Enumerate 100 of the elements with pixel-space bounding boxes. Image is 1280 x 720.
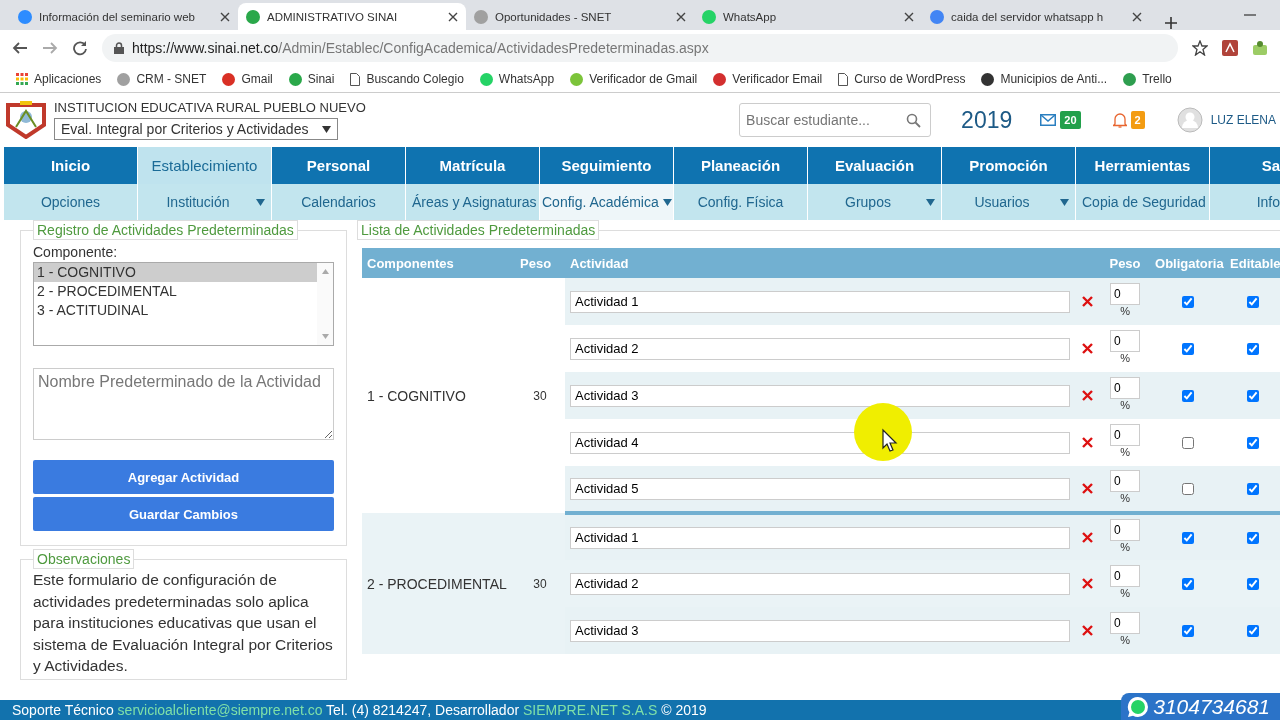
scroll-up-icon[interactable] [321, 269, 329, 274]
checkbox[interactable] [1181, 295, 1194, 308]
browser-tab[interactable]: caida del servidor whatsapp h [922, 3, 1150, 30]
delete-icon[interactable] [1082, 532, 1093, 543]
component-list[interactable]: 1 - COGNITIVO 2 - PROCEDIMENTAL 3 - ACTITUDINAL [33, 262, 334, 346]
browser-tab[interactable]: Oportunidades - SNET [466, 3, 694, 30]
whatsapp-badge[interactable]: 3104734681 [1121, 693, 1280, 720]
subnav-link[interactable]: Opciones [4, 184, 138, 220]
nav-tab[interactable]: Establecimiento [138, 147, 272, 184]
checkbox[interactable] [1181, 482, 1194, 495]
bookmark[interactable]: WhatsApp [479, 72, 555, 86]
save-changes-button[interactable]: Guardar Cambios [33, 497, 334, 531]
subnav-link[interactable]: Grupos [808, 184, 942, 220]
weight-field[interactable]: 0 [1110, 282, 1140, 305]
checkbox[interactable] [1246, 577, 1259, 590]
close-icon[interactable] [1132, 11, 1142, 22]
checkbox[interactable] [1181, 577, 1194, 590]
reload-icon[interactable] [72, 40, 88, 56]
checkbox[interactable] [1181, 624, 1194, 637]
checkbox[interactable] [1246, 342, 1259, 355]
bookmark[interactable]: Gmail [222, 72, 273, 86]
activity-name-field[interactable]: Nombre Predeterminado de la Actividad [33, 368, 334, 440]
weight-field[interactable]: 0 [1110, 518, 1140, 541]
subnav-link[interactable]: Config. Académica [540, 184, 674, 220]
nav-tab[interactable]: Seguimiento [540, 147, 674, 184]
subnav-link[interactable]: Usuarios [942, 184, 1076, 220]
subnav-link[interactable]: Institución [138, 184, 272, 220]
checkbox[interactable] [1181, 342, 1194, 355]
mail-icon[interactable] [1040, 114, 1057, 126]
weight-field[interactable]: 0 [1110, 469, 1140, 492]
list-option[interactable]: 3 - ACTITUDINAL [34, 301, 317, 320]
delete-icon[interactable] [1082, 625, 1093, 636]
activity-field[interactable]: Actividad 1 [570, 526, 1070, 549]
checkbox[interactable] [1246, 624, 1259, 637]
activity-field[interactable]: Actividad 2 [570, 572, 1070, 595]
close-icon[interactable] [904, 11, 914, 22]
scroll-down-icon[interactable] [321, 334, 329, 339]
delete-icon[interactable] [1082, 343, 1093, 354]
weight-field[interactable]: 0 [1110, 329, 1140, 352]
new-tab-icon[interactable] [1164, 16, 1178, 30]
user-name[interactable]: LUZ ELENA [1210, 113, 1276, 127]
close-icon[interactable] [448, 11, 458, 22]
bookmark[interactable]: Aplicaciones [16, 72, 102, 86]
delete-icon[interactable] [1082, 578, 1093, 589]
forward-icon[interactable] [42, 40, 58, 56]
list-option[interactable]: 2 - PROCEDIMENTAL [34, 282, 317, 301]
bookmark[interactable]: Municipios de Anti... [981, 72, 1108, 86]
bookmark[interactable]: Curso de WordPress [838, 72, 966, 86]
activity-field[interactable]: Actividad 3 [570, 384, 1070, 407]
delete-icon[interactable] [1082, 390, 1093, 401]
bookmark[interactable]: CRM - SNET [117, 72, 207, 86]
nav-tab[interactable]: Sa [1210, 147, 1280, 184]
back-icon[interactable] [12, 40, 28, 56]
subnav-link[interactable]: Config. Física [674, 184, 808, 220]
mode-select[interactable]: Eval. Integral por Criterios y Actividades [54, 118, 339, 140]
delete-icon[interactable] [1082, 296, 1093, 307]
checkbox[interactable] [1246, 295, 1259, 308]
activity-field[interactable]: Actividad 1 [570, 290, 1070, 313]
browser-tab[interactable]: WhatsApp [694, 3, 922, 30]
checkbox[interactable] [1181, 436, 1194, 449]
delete-icon[interactable] [1082, 437, 1093, 448]
nav-tab[interactable]: Promoción [942, 147, 1076, 184]
close-icon[interactable] [676, 11, 686, 22]
nav-tab[interactable]: Inicio [4, 147, 138, 184]
weight-field[interactable]: 0 [1110, 611, 1140, 634]
bookmark[interactable]: Verificador Email [713, 72, 823, 86]
weight-field[interactable]: 0 [1110, 564, 1140, 587]
address-bar[interactable]: https://www.sinai.net.co/Admin/Establec/ConfigAcademica/ActividadesPredeterminadas.aspx [102, 34, 1178, 62]
checkbox[interactable] [1181, 531, 1194, 544]
add-activity-button[interactable]: Agregar Actividad [33, 460, 334, 494]
nav-tab[interactable]: Evaluación [808, 147, 942, 184]
search-field[interactable]: Buscar estudiante... [739, 103, 932, 137]
bookmark[interactable]: Verificador de Gmail [570, 72, 698, 86]
checkbox[interactable] [1181, 389, 1194, 402]
subnav-link[interactable]: Info [1210, 184, 1280, 220]
delete-icon[interactable] [1082, 483, 1093, 494]
list-option[interactable]: 1 - COGNITIVO [34, 263, 317, 282]
checkbox[interactable] [1246, 436, 1259, 449]
star-icon[interactable] [1192, 40, 1208, 56]
nav-tab[interactable]: Matrícula [406, 147, 540, 184]
nav-tab[interactable]: Planeación [674, 147, 808, 184]
bookmark[interactable]: Trello [1123, 72, 1172, 86]
activity-field[interactable]: Actividad 2 [570, 337, 1070, 360]
nav-tab[interactable]: Herramientas [1076, 147, 1210, 184]
nav-tab[interactable]: Personal [272, 147, 406, 184]
subnav-link[interactable]: Copia de Seguridad [1076, 184, 1210, 220]
checkbox[interactable] [1246, 531, 1259, 544]
activity-field[interactable]: Actividad 5 [570, 477, 1070, 500]
activity-field[interactable]: Actividad 3 [570, 619, 1070, 642]
weight-field[interactable]: 0 [1110, 423, 1140, 446]
subnav-link[interactable]: Áreas y Asignaturas [406, 184, 540, 220]
checkbox[interactable] [1246, 482, 1259, 495]
bell-icon[interactable] [1112, 112, 1127, 128]
browser-tab[interactable]: Información del seminario web [10, 3, 238, 30]
close-icon[interactable] [220, 11, 230, 22]
subnav-link[interactable]: Calendarios [272, 184, 406, 220]
browser-tab[interactable]: ADMINISTRATIVO SINAI [238, 3, 466, 30]
weight-field[interactable]: 0 [1110, 376, 1140, 399]
checkbox[interactable] [1246, 389, 1259, 402]
bookmark[interactable]: Sinai [288, 72, 335, 86]
